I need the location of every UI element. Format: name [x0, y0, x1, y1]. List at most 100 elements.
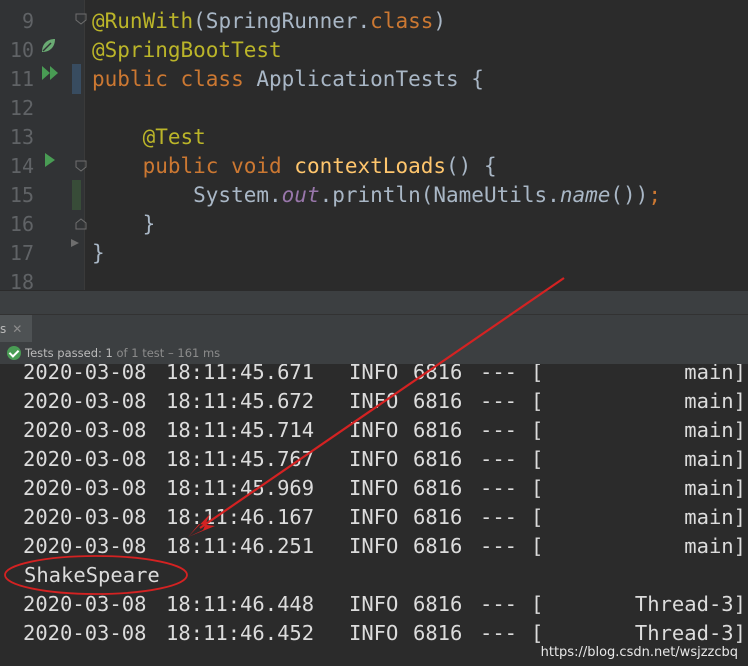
line-number[interactable]: 9 [0, 7, 34, 36]
code-token: public class [92, 67, 257, 91]
code-line[interactable]: 13 @Test [0, 123, 748, 152]
line-number[interactable]: 11 [0, 65, 34, 94]
log-time: 18:11:46.452 [166, 621, 315, 645]
fold-icon[interactable] [75, 160, 87, 172]
code-token: .println(NameUtils. [319, 183, 560, 207]
code-token: () { [446, 154, 497, 178]
line-number[interactable]: 14 [0, 152, 34, 181]
log-br: [ [531, 418, 544, 442]
code-text: public void contextLoads() { [92, 152, 497, 181]
code-line[interactable]: 18 [0, 268, 748, 290]
run-tool-tabbar: s ✕ [0, 314, 748, 343]
log-level: INFO [349, 418, 399, 442]
line-number[interactable]: 12 [0, 94, 34, 123]
line-number[interactable]: 15 [0, 181, 34, 210]
vcs-change-marker[interactable] [72, 64, 81, 94]
spring-bean-icon[interactable] [39, 37, 57, 55]
log-row: 2020-03-08 18:11:46.448 INFO 6816 --- [Thread… [0, 590, 748, 619]
code-token: ; [648, 183, 661, 207]
code-token: contextLoads [294, 154, 447, 178]
log-date: 2020-03-08 [23, 418, 147, 442]
log-pid: 6816 [413, 418, 463, 442]
log-date: 2020-03-08 [23, 505, 147, 529]
line-number[interactable]: 10 [0, 36, 34, 65]
close-icon[interactable]: ✕ [12, 315, 22, 343]
code-line[interactable]: 15 System.out.println(NameUtils.name()); [0, 181, 748, 210]
code-token: out [281, 183, 320, 207]
log-time: 18:11:45.767 [166, 447, 315, 471]
log-time: 18:11:45.671 [166, 364, 315, 384]
log-row: 2020-03-08 18:11:45.767 INFO 6816 --- [main] [0, 445, 748, 474]
code-token: name [559, 183, 611, 207]
log-pid: 6816 [413, 621, 463, 645]
log-level: INFO [349, 364, 399, 384]
fold-icon[interactable] [75, 13, 87, 25]
code-line[interactable]: 10 @SpringBootTest [0, 36, 748, 65]
log-pid: 6816 [413, 447, 463, 471]
log-level: INFO [349, 592, 399, 616]
log-thread: main] [684, 534, 746, 558]
code-token: @RunWith [92, 9, 194, 33]
log-dash: --- [480, 447, 518, 471]
code-token: (SpringRunner. [193, 9, 371, 33]
log-pid: 6816 [413, 534, 463, 558]
log-thread: main] [684, 418, 746, 442]
log-time: 18:11:45.672 [166, 389, 315, 413]
check-icon [7, 346, 21, 360]
code-text: @Test [92, 123, 206, 152]
status-label: Tests passed: [25, 346, 102, 360]
console-output[interactable]: 2020-03-08 18:11:45.671 INFO 6816 --- [ main] 2… [0, 364, 748, 666]
log-row: 2020-03-08 18:11:46.251 INFO 6816 --- [main] [0, 532, 748, 561]
code-line[interactable]: 17} [0, 239, 748, 268]
code-text: @RunWith(SpringRunner.class) [92, 7, 446, 36]
log-br: [ [531, 476, 544, 500]
line-number[interactable]: 18 [0, 268, 34, 290]
run-test-icon[interactable] [41, 152, 59, 168]
code-token: @SpringBootTest [92, 38, 282, 62]
code-token: @Test [142, 125, 206, 149]
code-token: public void [142, 154, 295, 178]
code-line[interactable]: 12 [0, 94, 748, 123]
log-level: INFO [349, 534, 399, 558]
code-line[interactable]: 16 } [0, 210, 748, 239]
log-dash: --- [480, 364, 518, 384]
log-thread: main] [684, 389, 746, 413]
code-text: } [92, 210, 156, 239]
line-number[interactable]: 17 [0, 239, 34, 268]
code-token: ApplicationTests { [256, 67, 484, 91]
code-line[interactable]: 9 @RunWith(SpringRunner.class) [0, 7, 748, 36]
log-row: 2020-03-08 18:11:45.671 INFO 6816 --- [main] [0, 364, 748, 387]
log-time: 18:11:45.969 [166, 476, 315, 500]
log-br: [ [531, 621, 544, 645]
vcs-change-marker[interactable] [72, 180, 81, 210]
log-dash: --- [480, 418, 518, 442]
log-thread: Thread-3] [634, 621, 746, 645]
code-line[interactable]: 14 public void contextLoads() { [0, 152, 748, 181]
code-token: class [370, 9, 434, 33]
code-token: ()) [610, 183, 649, 207]
log-time: 18:11:45.714 [166, 418, 315, 442]
log-row: 2020-03-08 18:11:45.672 INFO 6816 --- [main] [0, 387, 748, 416]
panel-divider[interactable] [0, 290, 748, 315]
log-level: INFO [349, 389, 399, 413]
line-number[interactable]: 16 [0, 210, 34, 239]
status-duration: – 161 ms [167, 346, 221, 360]
line-number[interactable]: 13 [0, 123, 34, 152]
log-thread: main] [684, 447, 746, 471]
code-token: System. [92, 183, 282, 207]
log-thread: Thread-3] [634, 592, 746, 616]
unfold-icon[interactable] [75, 218, 87, 230]
run-class-icon[interactable] [40, 65, 62, 81]
log-dash: --- [480, 621, 518, 645]
log-date: 2020-03-08 [23, 592, 147, 616]
log-br: [ [531, 505, 544, 529]
log-level: INFO [349, 505, 399, 529]
tab-run-tests[interactable]: s ✕ [0, 315, 33, 343]
code-token: } [92, 241, 105, 265]
fold-end-icon [71, 239, 79, 247]
code-line[interactable]: 11 public class ApplicationTests { [0, 65, 748, 94]
code-text: } [92, 239, 105, 268]
console-output-line: ShakeSpeare [24, 563, 160, 587]
code-editor[interactable]: 9 @RunWith(SpringRunner.class) 10 @SpringBo… [0, 0, 748, 290]
